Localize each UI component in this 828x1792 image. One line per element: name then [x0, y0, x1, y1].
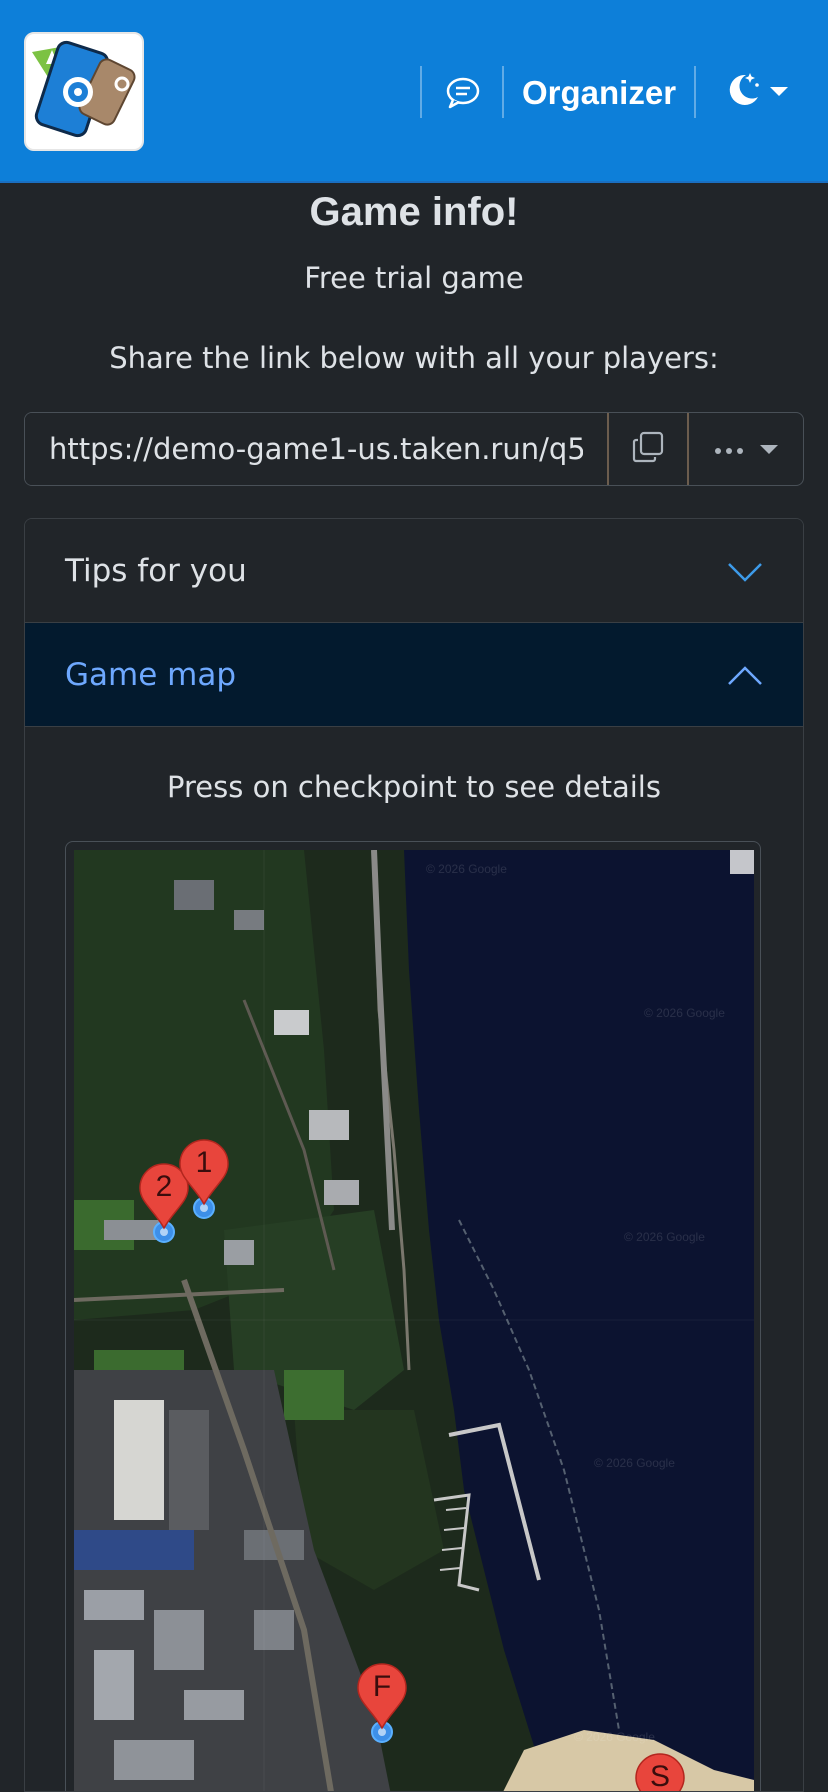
- nav-divider: [420, 66, 422, 118]
- game-map[interactable]: © 2026 Google © 2026 Google © 2026 Googl…: [74, 850, 754, 1792]
- moon-stars-icon: [724, 69, 764, 113]
- nav-divider: [694, 66, 696, 118]
- ellipsis-icon: [714, 440, 744, 459]
- chevron-down-icon: [760, 444, 778, 454]
- map-watermark: © 2026 Google: [574, 1730, 655, 1744]
- map-watermark: © 2026 Google: [426, 862, 507, 876]
- copy-icon: [631, 430, 665, 468]
- checkpoint-marker[interactable]: 1: [178, 1138, 230, 1220]
- organizer-link[interactable]: Organizer: [522, 68, 676, 118]
- marker-label: S: [649, 1760, 670, 1792]
- game-subtitle: Free trial game: [304, 261, 524, 295]
- chevron-up-icon: [727, 659, 763, 695]
- page-title: Game info!: [309, 190, 519, 234]
- map-accordion-header[interactable]: Game map: [25, 623, 803, 727]
- map-frame: © 2026 Google © 2026 Google © 2026 Googl…: [65, 841, 761, 1792]
- marker-label: 1: [195, 1146, 213, 1179]
- chat-button[interactable]: [440, 72, 486, 118]
- map-watermark: © 2026 Google: [594, 1456, 675, 1470]
- more-options-button[interactable]: [689, 413, 803, 485]
- map-watermark: © 2026 Google: [644, 1006, 725, 1020]
- tips-accordion-header[interactable]: Tips for you: [25, 519, 803, 623]
- theme-toggle-button[interactable]: [724, 68, 790, 114]
- game-accordion: Tips for you Game map Press on checkpoin…: [24, 518, 804, 1792]
- chevron-down-icon: [727, 555, 763, 591]
- map-watermark: © 2026 Google: [624, 1230, 705, 1244]
- navbar: Organizer: [0, 0, 828, 183]
- share-instructions: Share the link below with all your playe…: [109, 341, 719, 375]
- app-logo[interactable]: [24, 32, 144, 151]
- chat-bubble-icon: [445, 76, 481, 114]
- share-link-group: [24, 412, 804, 486]
- marker-label: F: [372, 1670, 392, 1703]
- checkpoint-marker[interactable]: F: [356, 1662, 408, 1744]
- tips-label: Tips for you: [65, 552, 247, 589]
- nav-divider: [502, 66, 504, 118]
- checkpoint-marker[interactable]: S: [634, 1752, 686, 1792]
- map-label: Game map: [65, 656, 237, 693]
- copy-link-button[interactable]: [607, 413, 689, 485]
- chevron-down-icon: [770, 86, 788, 96]
- share-link-input[interactable]: [25, 413, 607, 485]
- map-accordion-body: Press on checkpoint to see details: [25, 767, 803, 807]
- map-hint: Press on checkpoint to see details: [167, 770, 661, 804]
